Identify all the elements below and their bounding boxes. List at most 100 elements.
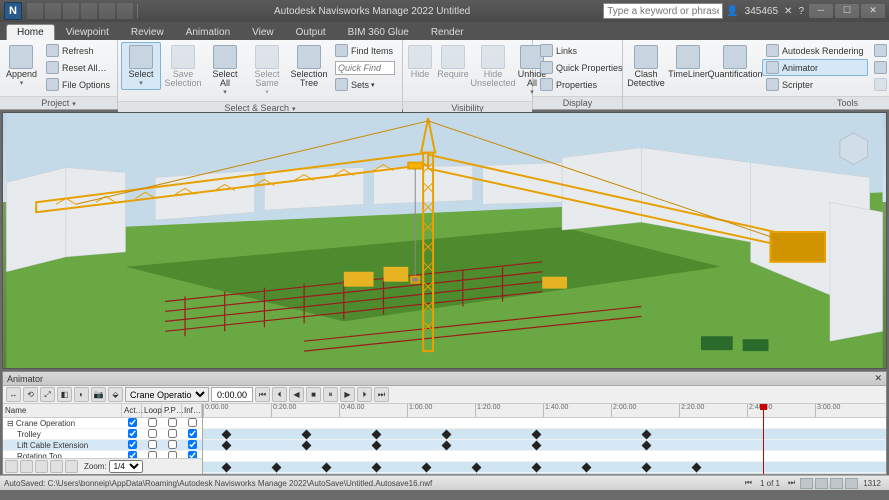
playhead[interactable]	[763, 404, 764, 474]
sheet-nav-prev-icon[interactable]: ⏮	[745, 478, 752, 488]
rewind-button[interactable]: ⏮	[255, 387, 270, 402]
anim-capture-icon[interactable]: 📷	[91, 387, 106, 402]
step-fwd-button[interactable]: ⏵	[357, 387, 372, 402]
timeline-track[interactable]	[203, 451, 886, 462]
selection-tree-button[interactable]: Selection Tree	[289, 42, 329, 91]
keyframe[interactable]	[422, 463, 432, 473]
pause-button[interactable]: ⏸	[323, 387, 338, 402]
qat-more-icon[interactable]	[117, 3, 133, 19]
active-checkbox[interactable]	[128, 440, 137, 449]
active-checkbox[interactable]	[128, 418, 137, 427]
keyframe[interactable]	[322, 463, 332, 473]
loop-checkbox[interactable]	[148, 418, 157, 427]
keyframe[interactable]	[372, 441, 382, 451]
loop-checkbox[interactable]	[148, 429, 157, 438]
add-folder-icon[interactable]	[50, 460, 63, 473]
minimize-button[interactable]: ─	[809, 4, 833, 18]
timeliner-button[interactable]: TimeLiner	[668, 42, 708, 82]
timeline-track[interactable]	[203, 418, 886, 429]
anim-snap-icon[interactable]: ⬙	[108, 387, 123, 402]
add-camera-icon[interactable]	[20, 460, 33, 473]
timeline-ruler[interactable]: 0:00.000:20.000:40.001:00.001:20.001:40.…	[203, 404, 886, 418]
exchange-icon[interactable]: ✕	[784, 6, 792, 17]
select-all-button[interactable]: Select All▾	[205, 42, 245, 99]
animator-titlebar[interactable]: Animator ✕	[3, 372, 886, 386]
user-id[interactable]: 345465	[745, 6, 778, 17]
keyframe[interactable]	[532, 430, 542, 440]
keyframe[interactable]	[532, 441, 542, 451]
keyframe[interactable]	[532, 463, 542, 473]
find-items-button[interactable]: Find Items	[331, 42, 399, 59]
sheet-nav-next-icon[interactable]: ⏭	[788, 478, 795, 488]
tree-row[interactable]: ⊟ Crane Operation	[3, 418, 202, 429]
timeline-track[interactable]	[203, 429, 886, 440]
quick-properties-button[interactable]: Quick Properties	[536, 59, 627, 76]
tab-view[interactable]: View	[241, 24, 285, 40]
appearance-profiler-button[interactable]: Appearance Profiler	[870, 42, 889, 59]
close-button[interactable]: ✕	[861, 4, 885, 18]
tab-render[interactable]: Render	[420, 24, 475, 40]
step-back-button[interactable]: ⏴	[272, 387, 287, 402]
tree-row[interactable]: Trolley	[3, 429, 202, 440]
keyframe[interactable]	[222, 441, 232, 451]
inf-checkbox[interactable]	[188, 440, 197, 449]
scripter-button[interactable]: Scripter	[762, 76, 868, 93]
inf-checkbox[interactable]	[188, 429, 197, 438]
tree-row[interactable]: Lift Cable Extension	[3, 440, 202, 451]
save-selection-button[interactable]: Save Selection	[163, 42, 203, 91]
keyframe[interactable]	[582, 463, 592, 473]
animator-close-button[interactable]: ✕	[874, 373, 882, 384]
compare-button[interactable]: Compare	[870, 76, 889, 93]
keyframe[interactable]	[642, 430, 652, 440]
tab-output[interactable]: Output	[285, 24, 337, 40]
keyframe[interactable]	[692, 463, 702, 473]
3d-viewport[interactable]	[2, 112, 887, 369]
scene-select[interactable]: Crane Operatio	[125, 387, 209, 402]
clash-detective-button[interactable]: Clash Detective	[626, 42, 666, 91]
app-logo[interactable]: N	[4, 2, 22, 20]
anim-color-icon[interactable]: ◧	[57, 387, 72, 402]
help-search-input[interactable]	[603, 3, 723, 19]
add-set-icon[interactable]	[35, 460, 48, 473]
sets-button[interactable]: Sets ▾	[331, 76, 399, 93]
anim-translate-icon[interactable]: ↔	[6, 387, 21, 402]
tab-animation[interactable]: Animation	[175, 24, 241, 40]
inf-checkbox[interactable]	[188, 451, 197, 459]
keyframe[interactable]	[372, 463, 382, 473]
hide-unselected-button[interactable]: Hide Unselected	[472, 42, 514, 91]
file-options-button[interactable]: File Options	[42, 76, 114, 93]
loop-checkbox[interactable]	[148, 440, 157, 449]
pp-checkbox[interactable]	[168, 451, 177, 459]
keyframe[interactable]	[222, 430, 232, 440]
keyframe[interactable]	[272, 463, 282, 473]
help-icon[interactable]: ?	[798, 6, 804, 17]
select-same-button[interactable]: Select Same▾	[247, 42, 287, 99]
tree-row[interactable]: Rotating Top	[3, 451, 202, 458]
qat-redo-icon[interactable]	[99, 3, 115, 19]
keyframe[interactable]	[642, 463, 652, 473]
group-project-label[interactable]: Project	[0, 96, 117, 109]
inf-checkbox[interactable]	[188, 418, 197, 427]
pp-checkbox[interactable]	[168, 418, 177, 427]
append-button[interactable]: Append▾	[3, 42, 40, 90]
properties-button[interactable]: Properties	[536, 76, 627, 93]
add-scene-icon[interactable]	[5, 460, 18, 473]
timeline[interactable]: 0:00.000:20.000:40.001:00.001:20.001:40.…	[203, 404, 886, 474]
quick-find-input[interactable]	[335, 61, 395, 75]
active-checkbox[interactable]	[128, 429, 137, 438]
pp-checkbox[interactable]	[168, 440, 177, 449]
tab-bim360[interactable]: BIM 360 Glue	[337, 24, 420, 40]
maximize-button[interactable]: ☐	[835, 4, 859, 18]
keyframe[interactable]	[642, 441, 652, 451]
qat-new-icon[interactable]	[27, 3, 43, 19]
pencil-icon[interactable]	[800, 478, 813, 489]
reset-all-button[interactable]: Reset All…	[42, 59, 114, 76]
play-back-button[interactable]: ◀	[289, 387, 304, 402]
zoom-select[interactable]: 1/4	[109, 460, 143, 473]
progress-icon[interactable]	[830, 478, 843, 489]
refresh-button[interactable]: Refresh	[42, 42, 114, 59]
time-input[interactable]	[211, 387, 253, 402]
stop-button[interactable]: ■	[306, 387, 321, 402]
active-checkbox[interactable]	[128, 451, 137, 459]
tab-review[interactable]: Review	[120, 24, 175, 40]
